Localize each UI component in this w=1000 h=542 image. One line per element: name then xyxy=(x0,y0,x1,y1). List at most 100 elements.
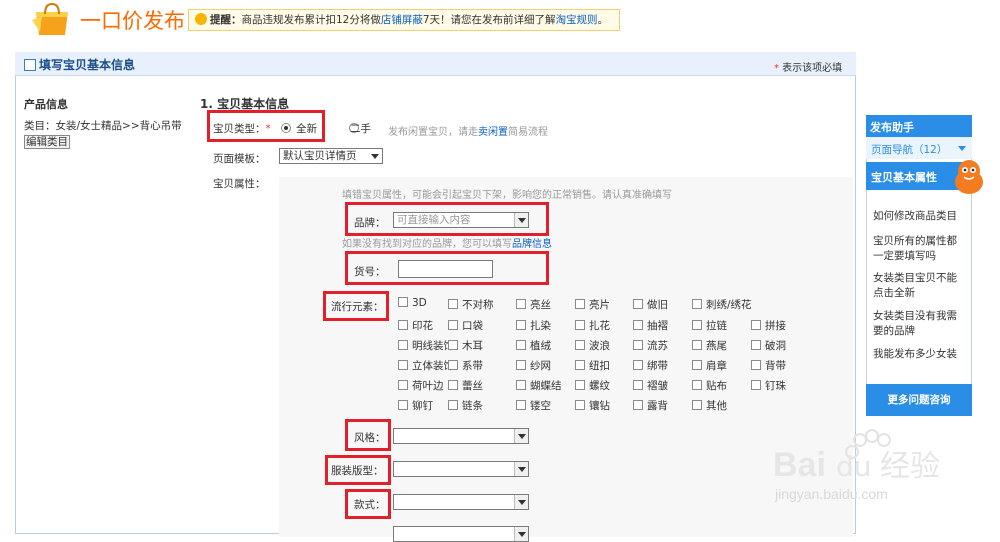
helper-item-link[interactable]: 我能发布多少女装 xyxy=(873,347,967,362)
helper-item-link[interactable]: 如何修改商品类目 xyxy=(873,209,967,224)
model-input[interactable] xyxy=(398,260,493,278)
element-option[interactable]: 扎染 xyxy=(516,318,551,333)
brand-info-link[interactable]: 品牌信息 xyxy=(512,239,552,250)
element-option[interactable]: 钉珠 xyxy=(751,378,786,393)
taobao-rules-link[interactable]: 淘宝规则 xyxy=(556,14,598,26)
element-option[interactable]: 抽褶 xyxy=(633,318,668,333)
checkbox[interactable] xyxy=(633,340,643,350)
checkbox[interactable] xyxy=(633,320,643,330)
panel-header-bar xyxy=(15,52,856,76)
cut-select[interactable] xyxy=(393,494,529,510)
edit-category-button[interactable]: 编辑类目 xyxy=(24,135,70,149)
checkbox[interactable] xyxy=(575,400,585,410)
radio-new[interactable] xyxy=(281,123,291,133)
checkbox[interactable] xyxy=(398,360,408,370)
element-option[interactable]: 蝴蝶结 xyxy=(516,378,562,393)
checkbox[interactable] xyxy=(633,380,643,390)
brand-select[interactable]: 可直接输入内容 xyxy=(393,212,529,228)
element-option[interactable]: 流苏 xyxy=(633,338,668,353)
checkbox[interactable] xyxy=(692,400,702,410)
checkbox[interactable] xyxy=(692,340,702,350)
style-select[interactable] xyxy=(393,428,529,444)
checkbox[interactable] xyxy=(516,320,526,330)
element-option[interactable]: 其他 xyxy=(692,398,727,413)
checkbox[interactable] xyxy=(448,360,458,370)
checkbox[interactable] xyxy=(692,360,702,370)
checkbox[interactable] xyxy=(516,360,526,370)
more-questions-button[interactable]: 更多问题咨询 xyxy=(866,384,972,416)
element-option[interactable]: 螺纹 xyxy=(575,378,610,393)
element-option[interactable]: 链条 xyxy=(448,398,483,413)
checkbox[interactable] xyxy=(516,380,526,390)
checkbox[interactable] xyxy=(751,360,761,370)
sell-idle-link[interactable]: 卖闲置 xyxy=(478,127,508,138)
checkbox[interactable] xyxy=(633,299,643,309)
element-option[interactable]: 镶钻 xyxy=(575,398,610,413)
element-option[interactable]: 不对称 xyxy=(448,297,494,312)
checkbox[interactable] xyxy=(448,340,458,350)
checkbox[interactable] xyxy=(751,380,761,390)
checkbox[interactable] xyxy=(398,400,408,410)
element-option[interactable]: 燕尾 xyxy=(692,338,727,353)
element-option[interactable]: 刺绣/绣花 xyxy=(692,297,752,312)
element-option[interactable]: 荷叶边 xyxy=(398,378,444,393)
element-option[interactable]: 露背 xyxy=(633,398,668,413)
element-option[interactable]: 系带 xyxy=(448,358,483,373)
element-option[interactable]: 木耳 xyxy=(448,338,483,353)
checkbox[interactable] xyxy=(633,400,643,410)
element-option[interactable]: 3D xyxy=(398,297,427,309)
checkbox[interactable] xyxy=(575,360,585,370)
element-option[interactable]: 明线装饰 xyxy=(398,338,454,353)
checkbox[interactable] xyxy=(398,380,408,390)
element-option[interactable]: 拉链 xyxy=(692,318,727,333)
element-option[interactable]: 口袋 xyxy=(448,318,483,333)
element-option[interactable]: 立体装饰 xyxy=(398,358,454,373)
element-option[interactable]: 褶皱 xyxy=(633,378,668,393)
checkbox[interactable] xyxy=(448,320,458,330)
element-option[interactable]: 肩章 xyxy=(692,358,727,373)
element-option[interactable]: 背带 xyxy=(751,358,786,373)
checkbox[interactable] xyxy=(575,340,585,350)
element-option[interactable]: 做旧 xyxy=(633,297,668,312)
checkbox[interactable] xyxy=(575,380,585,390)
template-select[interactable]: 默认宝贝详情页 xyxy=(279,148,383,164)
checkbox[interactable] xyxy=(398,340,408,350)
element-option[interactable]: 亮丝 xyxy=(516,297,551,312)
checkbox[interactable] xyxy=(516,299,526,309)
checkbox[interactable] xyxy=(398,320,408,330)
element-option[interactable]: 镂空 xyxy=(516,398,551,413)
helper-item-link[interactable]: 宝贝所有的属性都一定要填写吗 xyxy=(873,234,967,264)
element-option[interactable]: 绑带 xyxy=(633,358,668,373)
checkbox[interactable] xyxy=(516,400,526,410)
element-option[interactable]: 破洞 xyxy=(751,338,786,353)
shop-block-link[interactable]: 店铺屏蔽 xyxy=(381,14,423,26)
element-option[interactable]: 亮片 xyxy=(575,297,610,312)
checkbox[interactable] xyxy=(575,320,585,330)
checkbox[interactable] xyxy=(448,380,458,390)
checkbox[interactable] xyxy=(692,299,702,309)
element-option[interactable]: 铆钉 xyxy=(398,398,433,413)
checkbox[interactable] xyxy=(448,400,458,410)
element-option[interactable]: 纽扣 xyxy=(575,358,610,373)
checkbox[interactable] xyxy=(692,320,702,330)
element-option[interactable]: 植绒 xyxy=(516,338,551,353)
element-option[interactable]: 纱网 xyxy=(516,358,551,373)
element-option[interactable]: 拼接 xyxy=(751,318,786,333)
checkbox[interactable] xyxy=(633,360,643,370)
element-option[interactable]: 印花 xyxy=(398,318,433,333)
checkbox[interactable] xyxy=(575,299,585,309)
helper-item-link[interactable]: 女装类目宝贝不能点击全新 xyxy=(873,271,967,301)
element-option[interactable]: 贴布 xyxy=(692,378,727,393)
element-option[interactable]: 波浪 xyxy=(575,338,610,353)
checkbox[interactable] xyxy=(448,299,458,309)
element-option[interactable]: 扎花 xyxy=(575,318,610,333)
checkbox[interactable] xyxy=(516,340,526,350)
checkbox[interactable] xyxy=(751,340,761,350)
checkbox[interactable] xyxy=(692,380,702,390)
helper-item-link[interactable]: 女装类目没有我需要的品牌 xyxy=(873,309,967,339)
checkbox[interactable] xyxy=(398,297,408,307)
element-option[interactable]: 蕾丝 xyxy=(448,378,483,393)
next-select[interactable] xyxy=(393,526,529,542)
checkbox[interactable] xyxy=(751,320,761,330)
fit-select[interactable] xyxy=(393,461,529,477)
